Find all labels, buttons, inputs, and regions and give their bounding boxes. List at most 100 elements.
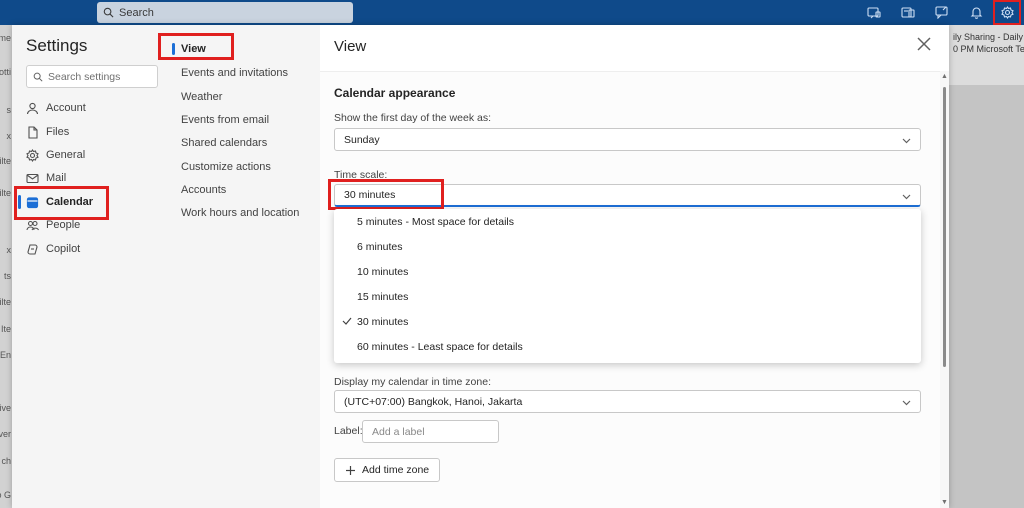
global-search-box[interactable]: Search — [97, 2, 353, 23]
time-zone-value: (UTC+07:00) Bangkok, Hanoi, Jakarta — [344, 395, 523, 408]
option-label: 30 minutes — [357, 315, 409, 328]
bg-fragment: En — [0, 350, 11, 360]
label-input[interactable]: Add a label — [362, 420, 499, 443]
nav-item-general[interactable]: General — [26, 144, 85, 166]
time-zone-select[interactable]: (UTC+07:00) Bangkok, Hanoi, Jakarta — [334, 390, 921, 413]
option-label: 6 minutes — [357, 240, 403, 253]
nav-item-label: Mail — [46, 172, 67, 184]
meet-now-icon[interactable] — [857, 0, 891, 25]
background-calendar-event: ily Sharing - Daily L 0 PM Microsoft Tea — [949, 25, 1024, 85]
time-scale-option-selected[interactable]: 30 minutes — [334, 309, 921, 334]
add-time-zone-button[interactable]: Add time zone — [334, 458, 440, 482]
highlight-box-time-scale — [328, 179, 444, 210]
plus-icon — [346, 465, 355, 475]
bg-fragment: ilte — [0, 188, 11, 198]
bg-fragment: ts — [3, 271, 11, 281]
pane-body: Calendar appearance Show the first day o… — [320, 71, 940, 508]
bg-fragment: x — [6, 131, 12, 141]
close-icon — [917, 37, 931, 51]
bg-fragment: Ite — [0, 324, 11, 334]
feedback-icon[interactable] — [925, 0, 959, 25]
pane-title: View — [334, 38, 367, 55]
person-icon — [26, 102, 39, 114]
time-scale-dropdown: 5 minutes - Most space for details 6 min… — [334, 209, 921, 363]
option-label: 10 minutes — [357, 265, 409, 278]
settings-search-placeholder: Search settings — [48, 70, 121, 83]
global-search-placeholder: Search — [119, 6, 154, 19]
settings-title: Settings — [26, 36, 88, 55]
bg-fragment: me — [0, 33, 11, 43]
copilot-icon — [27, 243, 38, 255]
subnav-item-work-hours-and-location[interactable]: Work hours and location — [181, 205, 299, 221]
first-day-select[interactable]: Sunday — [334, 128, 921, 151]
label-input-placeholder: Add a label — [372, 425, 425, 438]
scrollbar-thumb[interactable] — [943, 87, 946, 367]
close-button[interactable] — [917, 37, 935, 55]
settings-gear-button[interactable] — [993, 0, 1021, 25]
nav-item-people[interactable]: People — [26, 214, 80, 236]
background-reading-pane — [949, 85, 1024, 508]
file-icon — [28, 125, 38, 139]
subnav-item-shared-calendars[interactable]: Shared calendars — [181, 135, 267, 151]
bg-fragment: ive — [0, 403, 11, 413]
time-zone-label: Display my calendar in time zone: — [334, 376, 491, 388]
search-icon — [33, 72, 43, 82]
subnav-item-events-and-invitations[interactable]: Events and invitations — [181, 65, 288, 81]
gear-icon — [1000, 6, 1014, 19]
subnav-item-accounts[interactable]: Accounts — [181, 182, 226, 198]
calendar-settings-nav: View Events and invitations Weather Even… — [158, 25, 320, 508]
scroll-up-arrow-icon[interactable]: ▲ — [941, 73, 948, 80]
first-day-value: Sunday — [344, 133, 380, 146]
bg-event-time: 0 PM Microsoft Tea — [953, 44, 1024, 54]
subnav-item-events-from-email[interactable]: Events from email — [181, 112, 269, 128]
settings-dialog: Settings Search settings Account Files G… — [12, 25, 949, 508]
app-top-bar: Search — [0, 0, 1024, 25]
pane-scrollbar[interactable]: ▲ ▼ — [940, 71, 949, 508]
bg-fragment: s — [6, 105, 12, 115]
subnav-item-weather[interactable]: Weather — [181, 89, 222, 105]
bell-icon[interactable] — [959, 0, 993, 25]
chevron-down-icon — [901, 397, 912, 411]
nav-item-files[interactable]: Files — [26, 121, 69, 143]
gear-icon — [26, 148, 39, 162]
nav-item-copilot[interactable]: Copilot — [26, 238, 80, 260]
view-settings-pane: View Calendar appearance Show the first … — [320, 25, 949, 508]
nav-item-label: Copilot — [46, 243, 81, 255]
mail-icon — [26, 173, 39, 183]
people-icon — [26, 220, 39, 230]
nav-item-account[interactable]: Account — [26, 97, 86, 119]
bg-fragment: o G — [0, 490, 11, 500]
option-label: 5 minutes - Most space for details — [357, 215, 514, 228]
section-title-calendar-appearance: Calendar appearance — [334, 86, 456, 100]
time-scale-option[interactable]: 60 minutes - Least space for details — [334, 334, 921, 359]
settings-category-nav: Settings Search settings Account Files G… — [12, 25, 162, 508]
first-day-label: Show the first day of the week as: — [334, 112, 491, 124]
label-field-label: Label: — [334, 425, 363, 437]
settings-search-input[interactable]: Search settings — [26, 65, 158, 88]
option-label: 15 minutes — [357, 290, 409, 303]
pane-header: View — [320, 25, 949, 71]
highlight-box-view — [158, 33, 234, 60]
background-mail-list: me otti s x ilte ilte x ts ilte Ite En i… — [0, 25, 12, 508]
bg-fragment: ilte — [0, 156, 11, 166]
time-scale-option[interactable]: 6 minutes — [334, 234, 921, 259]
chevron-down-icon — [901, 191, 912, 205]
search-icon — [103, 7, 114, 18]
scroll-down-arrow-icon[interactable]: ▼ — [941, 499, 948, 506]
nav-item-label: Account — [46, 102, 86, 114]
chevron-down-icon — [901, 135, 912, 149]
top-bar-actions — [857, 0, 1024, 25]
nav-item-label: General — [46, 149, 86, 161]
add-time-zone-label: Add time zone — [362, 464, 430, 476]
bg-fragment: ch — [1, 456, 11, 466]
subnav-item-customize-actions[interactable]: Customize actions — [181, 159, 271, 175]
my-day-icon[interactable] — [891, 0, 925, 25]
time-scale-option[interactable]: 5 minutes - Most space for details — [334, 209, 921, 234]
nav-item-label: People — [46, 219, 81, 231]
bg-event-title: ily Sharing - Daily L — [953, 32, 1024, 42]
time-scale-option[interactable]: 15 minutes — [334, 284, 921, 309]
option-label: 60 minutes - Least space for details — [357, 340, 523, 353]
bg-fragment: x — [6, 245, 12, 255]
time-scale-option[interactable]: 10 minutes — [334, 259, 921, 284]
checkmark-icon — [342, 316, 352, 329]
